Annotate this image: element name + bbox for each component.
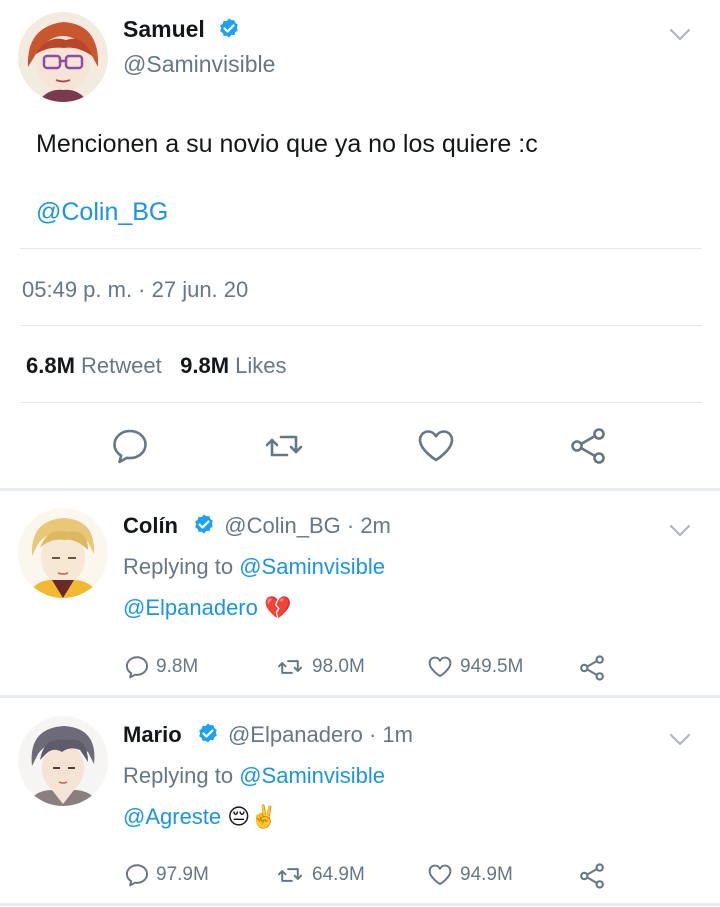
share-icon[interactable] [568,426,608,466]
author-handle[interactable]: @Saminvisible [123,51,275,78]
reply-text: @Agreste 😔✌️ [123,804,278,830]
reply-icon [125,864,149,887]
replying-to-line: Replying to @Saminvisible [123,554,385,580]
reply-text: @Elpanadero 💔 [123,595,291,621]
divider [20,325,702,326]
like-count[interactable]: 9.8M [180,353,229,378]
section-divider [0,695,720,698]
broken-heart-emoji: 💔 [264,595,292,620]
share-icon [580,863,604,889]
divider [20,248,702,249]
retweet-icon [277,868,303,882]
reply-mention-link[interactable]: @Elpanadero [123,595,258,620]
share-icon [580,655,604,681]
section-divider [0,903,720,906]
heart-icon[interactable] [416,426,456,466]
tweet-timestamp: 05:49 p. m. · 27 jun. 20 [22,277,249,302]
avatar-mario[interactable] [18,716,108,806]
like-count: 949.5M [460,656,524,677]
retweet-label[interactable]: Retweet [81,353,162,378]
reply-count: 9.8M [156,656,199,677]
retweet-button[interactable]: 64.9M [274,862,365,888]
avatar-samuel[interactable] [18,12,108,102]
reply-button[interactable]: 97.9M [124,862,209,888]
tweet-mention-link[interactable]: @Colin_BG [36,198,168,227]
reply-icon[interactable] [110,426,150,466]
section-divider [0,488,720,491]
avatar-colin[interactable] [18,508,108,598]
like-button[interactable]: 949.5M [426,654,523,680]
heart-icon [428,864,452,886]
like-label[interactable]: Likes [235,353,286,378]
author-name-text[interactable]: Samuel [123,16,205,42]
reply-time: · 1m [368,722,413,747]
tweet-stats: 6.8M Retweet 9.8M Likes [26,353,287,379]
reply-button[interactable]: 9.8M [124,654,198,680]
reply-count: 97.9M [156,864,209,885]
verified-badge-icon [220,18,239,38]
heart-icon [428,656,452,678]
like-button[interactable]: 94.9M [426,862,513,888]
reply-author-name[interactable]: Mario [123,722,182,747]
reply-time: · 2m [346,513,391,538]
retweet-icon [277,660,303,674]
share-button[interactable] [578,654,612,682]
pensive-peace-emoji: 😔✌️ [227,804,278,829]
replying-to-link[interactable]: @Saminvisible [239,763,385,788]
retweet-icon[interactable] [264,426,304,466]
retweet-count: 98.0M [312,656,365,677]
verified-badge-icon [199,723,217,743]
chevron-down-icon[interactable] [668,727,692,751]
retweet-count: 64.9M [312,864,365,885]
reply-author-handle[interactable]: @Colin_BG [224,513,341,538]
retweet-count[interactable]: 6.8M [26,353,75,378]
replying-to-line: Replying to @Saminvisible [123,763,385,789]
chevron-down-icon[interactable] [668,22,692,46]
tweet-text: Mencionen a su novio que ya no los quier… [36,130,538,158]
reply-header: Colín @Colin_BG · 2m [123,513,391,539]
reply-author-name[interactable]: Colín [123,513,178,538]
divider [20,402,702,403]
chevron-down-icon[interactable] [668,518,692,542]
replying-to-link[interactable]: @Saminvisible [239,554,385,579]
like-count: 94.9M [460,864,513,885]
replying-to-label: Replying to [123,554,234,579]
reply-icon [125,656,149,679]
retweet-button[interactable]: 98.0M [274,654,365,680]
reply-header: Mario @Elpanadero · 1m [123,722,413,748]
reply-author-handle[interactable]: @Elpanadero [228,722,363,747]
replying-to-label: Replying to [123,763,234,788]
author-name[interactable]: Samuel [123,16,241,43]
share-button[interactable] [578,862,612,890]
reply-mention-link[interactable]: @Agreste [123,804,221,829]
verified-badge-icon [195,514,213,534]
